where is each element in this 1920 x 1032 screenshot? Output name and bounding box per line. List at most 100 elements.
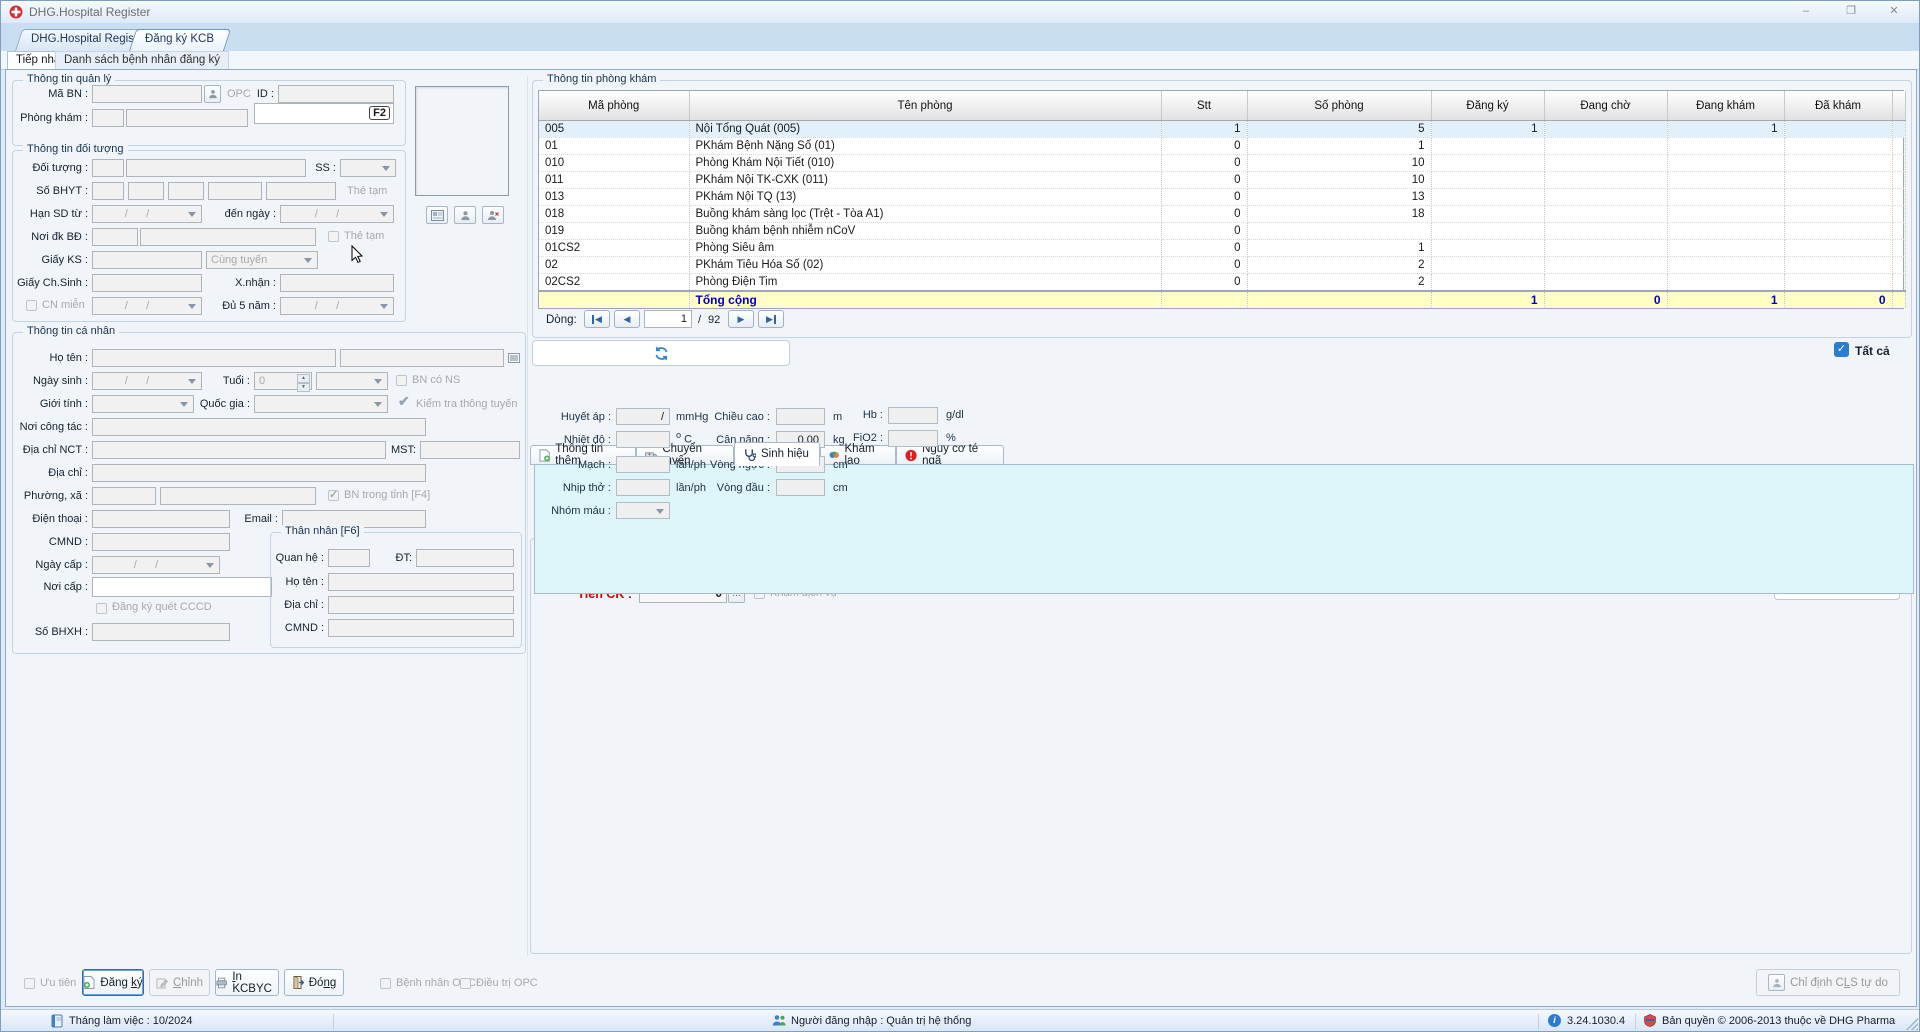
vong-dau-input[interactable] — [776, 479, 825, 496]
resize-grip[interactable] — [1906, 1018, 1918, 1030]
tab-nguy-co-te-nga[interactable]: Nguy cơ té ngã — [896, 443, 1004, 467]
dong-button[interactable]: Đóng — [284, 969, 344, 996]
maximize-button[interactable]: ❐ — [1836, 3, 1866, 20]
quet-cccd-checkbox[interactable] — [96, 603, 107, 614]
pager-first-button[interactable]: ◀ — [584, 310, 610, 328]
cung-tuyen-dropdown[interactable]: Cùng tuyến — [206, 251, 318, 269]
gioi-tinh-dropdown[interactable] — [92, 395, 194, 413]
noi-dk-name-input[interactable] — [140, 228, 316, 246]
bhyt-part4-input[interactable] — [208, 182, 262, 200]
bhyt-part3-input[interactable] — [168, 182, 204, 200]
mach-input[interactable] — [616, 456, 670, 473]
bn-trong-tinh-checkbox[interactable] — [328, 488, 339, 501]
in-kcbyc-button[interactable]: In KCBYC — [215, 969, 279, 996]
kiem-tra-thong-tuyen-button[interactable]: Kiểm tra thông tuyến — [416, 398, 518, 410]
noi-cap-input[interactable] — [92, 577, 272, 597]
bhyt-part2-input[interactable] — [128, 182, 164, 200]
phong-kham-name-input[interactable] — [126, 109, 248, 127]
table-row[interactable]: 010 Phòng Khám Nội Tiết (010) 0 10 — [539, 154, 1906, 172]
than-nhan-dt-input[interactable] — [416, 549, 514, 567]
chieu-cao-input[interactable] — [776, 408, 825, 425]
table-row[interactable]: 005 Nội Tổng Quát (005) 1 5 1 1 — [539, 120, 1906, 138]
cn-mien-datepicker[interactable]: / / — [92, 297, 202, 315]
col-so-phong[interactable]: Số phòng — [1247, 91, 1432, 121]
hb-input[interactable] — [888, 407, 938, 424]
minimize-button[interactable]: – — [1791, 3, 1821, 20]
nhom-mau-dropdown[interactable] — [616, 502, 670, 519]
col-dang-kham[interactable]: Đang khám — [1667, 91, 1785, 121]
huyet-ap-input[interactable]: / — [616, 408, 670, 425]
tat-ca-checkbox[interactable]: ✓ — [1834, 342, 1849, 357]
capture-photo-button[interactable] — [454, 206, 476, 224]
so-bhxh-input[interactable] — [92, 623, 230, 641]
phuong-xa-code-input[interactable] — [92, 487, 156, 505]
chi-dinh-cls-button[interactable]: Chỉ định CLS tự do — [1756, 969, 1900, 996]
col-ma-phong[interactable]: Mã phòng — [539, 91, 690, 121]
the-tam-button[interactable]: Thẻ tạm — [347, 185, 387, 197]
dien-thoai-input[interactable] — [92, 510, 230, 528]
col-ten-phong[interactable]: Tên phòng — [689, 91, 1162, 121]
dia-chi-input[interactable] — [92, 464, 426, 482]
than-nhan-cmnd-input[interactable] — [328, 619, 514, 637]
mst-input[interactable] — [420, 441, 520, 459]
quoc-gia-dropdown[interactable] — [254, 395, 388, 413]
table-row[interactable]: 01CS2 Phòng Siêu âm 0 1 — [539, 239, 1906, 257]
pager-last-button[interactable]: ▶ — [758, 310, 784, 328]
table-row[interactable]: 02CS2 Phòng Điện Tim 0 2 — [539, 273, 1906, 292]
ngay-sinh-datepicker[interactable]: / / — [92, 372, 202, 390]
ss-dropdown[interactable] — [340, 159, 396, 177]
bn-co-ns-checkbox[interactable] — [396, 375, 407, 386]
dia-chi-nct-input[interactable] — [92, 441, 386, 459]
tuoi-unit-dropdown[interactable] — [316, 372, 388, 390]
tab-sinh-hieu[interactable]: Sinh hiệu — [734, 442, 820, 466]
pager-next-button[interactable]: ▶ — [728, 310, 754, 328]
phong-kham-code-input[interactable] — [92, 109, 124, 127]
dieu-tri-opc-checkbox[interactable] — [460, 978, 471, 989]
table-row[interactable]: 018 Buồng khám sàng lọc (Trệt - Tòa A1) 0 1… — [539, 205, 1906, 223]
bhyt-part1-input[interactable] — [92, 182, 124, 200]
chinh-button[interactable]: Chỉnh — [149, 969, 210, 996]
nhiet-do-input[interactable] — [616, 431, 670, 448]
x-nhan-input[interactable] — [280, 274, 394, 292]
col-da-kham[interactable]: Đã khám — [1784, 91, 1893, 121]
uu-tien-checkbox[interactable] — [24, 978, 35, 989]
close-button[interactable]: ✕ — [1879, 3, 1909, 20]
pager-page-input[interactable]: 1 — [644, 310, 692, 328]
refresh-button[interactable] — [532, 340, 790, 366]
remove-photo-button[interactable] — [482, 206, 504, 224]
dang-ky-button[interactable]: Đăng ký — [82, 969, 144, 996]
giay-ks-input[interactable] — [92, 251, 202, 269]
den-ngay-datepicker[interactable]: / / — [280, 205, 394, 223]
nhip-tho-input[interactable] — [616, 479, 670, 496]
fio2-input[interactable] — [888, 430, 938, 447]
pager-prev-button[interactable]: ◀ — [614, 310, 640, 328]
ngay-cap-datepicker[interactable]: / / — [92, 556, 220, 574]
ho-ten-input[interactable] — [92, 349, 336, 367]
the-tam-checkbox[interactable] — [328, 231, 339, 242]
phuong-xa-name-input[interactable] — [160, 487, 316, 505]
tab-kham-lao[interactable]: Khám lao — [820, 443, 896, 467]
ma-bn-input[interactable] — [92, 85, 202, 103]
du-5-nam-datepicker[interactable]: / / — [280, 297, 394, 315]
doi-tuong-name-input[interactable] — [126, 159, 306, 177]
table-row[interactable]: 019 Buồng khám bệnh nhiễm nCoV 0 — [539, 222, 1906, 240]
ho-ten-khong-dau-input[interactable] — [340, 349, 504, 367]
scan-card-button[interactable] — [426, 206, 448, 224]
giay-ch-sinh-input[interactable] — [92, 274, 202, 292]
noi-cong-tac-input[interactable] — [92, 418, 426, 436]
patient-lookup-button[interactable] — [204, 85, 221, 103]
cmnd-input[interactable] — [92, 533, 230, 551]
table-row[interactable]: 02 PKhám Tiêu Hóa Số (02) 0 2 — [539, 256, 1906, 274]
cn-mien-checkbox[interactable] — [26, 300, 37, 311]
bhyt-part5-input[interactable] — [266, 182, 336, 200]
benh-nhan-opc-checkbox[interactable] — [380, 978, 391, 989]
han-sd-tu-datepicker[interactable]: / / — [92, 205, 202, 223]
table-row[interactable]: 013 PKhám Nội TQ (13) 0 13 — [539, 188, 1906, 206]
doi-tuong-code-input[interactable] — [92, 159, 124, 177]
col-dang-ky[interactable]: Đăng ký — [1431, 91, 1545, 121]
col-stt[interactable]: Stt — [1161, 91, 1248, 121]
table-row[interactable]: 011 PKhám Nội TK-CXK (011) 0 10 — [539, 171, 1906, 189]
table-row[interactable]: 01 PKhám Bệnh Nặng Số (01) 0 1 — [539, 137, 1906, 155]
col-dang-cho[interactable]: Đang chờ — [1544, 91, 1668, 121]
tab-dang-ky-kcb[interactable]: Đăng ký KCB — [129, 29, 232, 51]
